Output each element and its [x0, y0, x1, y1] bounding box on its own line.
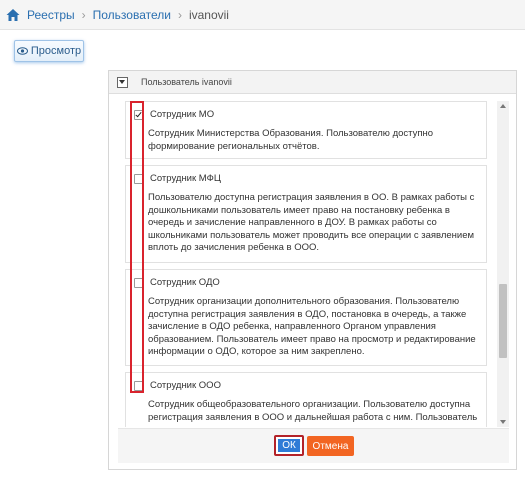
role-description: Сотрудник Министерства Образования. Поль…	[148, 128, 434, 152]
panel-header: Пользователь ivanovii	[109, 71, 516, 94]
role-card-mo: Сотрудник МО Сотрудник Министерства Обра…	[125, 101, 487, 159]
breadcrumb: Реестры › Пользователи › ivanovii	[0, 0, 525, 30]
role-card-mfc: Сотрудник МФЦ Пользователю доступна реги…	[125, 165, 487, 263]
home-icon[interactable]	[5, 7, 21, 23]
chevron-right-icon: ›	[177, 7, 182, 22]
role-description: Сотрудник организации дополнительного об…	[148, 296, 476, 357]
collapse-icon[interactable]	[117, 76, 128, 88]
ok-button[interactable]: ОК	[274, 435, 304, 456]
role-title: Сотрудник МФЦ	[150, 173, 221, 184]
role-description: Сотрудник общеобразовательного организац…	[148, 399, 478, 423]
cancel-button[interactable]: Отмена	[307, 436, 354, 456]
role-card-ooo: Сотрудник ООО Сотрудник общеобразователь…	[125, 372, 487, 427]
roles-scrollbar[interactable]	[497, 101, 509, 427]
user-roles-panel: Пользователь ivanovii Сотрудник МО Сотру…	[108, 70, 517, 470]
scroll-up-icon[interactable]	[500, 104, 506, 108]
roles-list[interactable]: Сотрудник МО Сотрудник Министерства Обра…	[125, 101, 487, 427]
view-button[interactable]: Просмотр	[14, 40, 84, 62]
role-description: Пользователю доступна регистрация заявле…	[148, 192, 475, 253]
scrollbar-thumb[interactable]	[499, 284, 507, 358]
breadcrumb-registries[interactable]: Реестры	[27, 8, 75, 22]
panel-title: Пользователь ivanovii	[141, 77, 232, 87]
scroll-down-icon[interactable]	[500, 420, 506, 424]
role-title: Сотрудник МО	[150, 109, 215, 120]
role-title: Сотрудник ОДО	[150, 277, 220, 288]
breadcrumb-current: ivanovii	[188, 7, 229, 22]
chevron-right-icon: ›	[81, 7, 86, 22]
role-checkbox-ooo[interactable]	[134, 380, 144, 391]
role-checkbox-odo[interactable]	[134, 277, 144, 288]
role-checkbox-mo[interactable]	[134, 109, 144, 120]
role-checkbox-mfc[interactable]	[134, 173, 144, 184]
view-button-label: Просмотр	[30, 45, 82, 57]
eye-icon	[16, 47, 28, 55]
role-title: Сотрудник ООО	[150, 380, 221, 391]
role-card-odo: Сотрудник ОДО Сотрудник организации допо…	[125, 269, 487, 366]
breadcrumb-users[interactable]: Пользователи	[93, 8, 171, 22]
